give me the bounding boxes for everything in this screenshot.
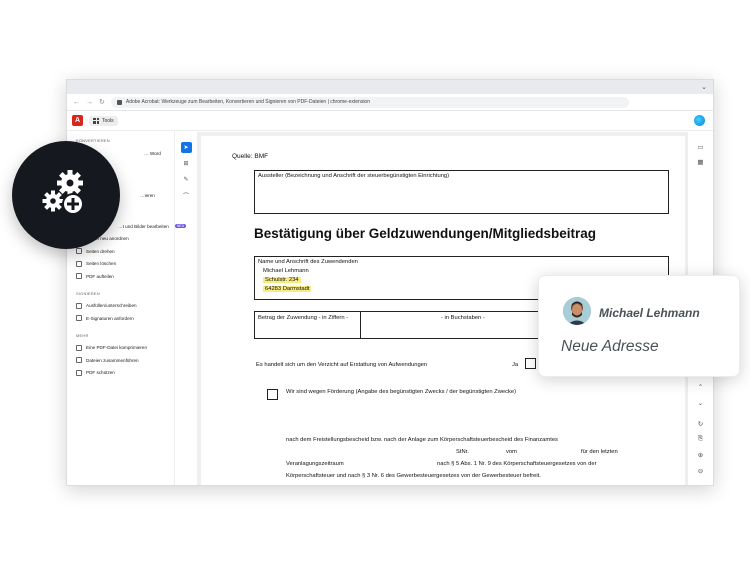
refresh-icon[interactable]: ↻ xyxy=(696,419,705,428)
amount-digits-label: Betrag der Zuwendung - in Ziffern - xyxy=(255,312,361,338)
tool-label: E-Signaturen anfordern xyxy=(86,315,134,321)
tool-fill-sign[interactable]: Ausfüllen/unterschreiben xyxy=(76,300,174,313)
issuer-field[interactable]: Aussteller (Bezeichnung und Anschrift de… xyxy=(254,170,669,214)
section-convert: KONVERTIEREN xyxy=(76,138,110,143)
para-line-1: nach dem Freistellungsbescheid bzw. nach… xyxy=(286,437,558,443)
forward-icon[interactable]: → xyxy=(86,99,93,106)
merge-icon xyxy=(76,357,82,364)
address-bar[interactable]: Adobe Acrobat: Werkzeuge zum Bearbeiten,… xyxy=(110,96,629,108)
ja-label: Ja xyxy=(512,362,519,368)
back-icon[interactable]: ← xyxy=(73,99,80,106)
para-vom: vom xyxy=(506,449,517,455)
browser-titlebar: ⌄ xyxy=(67,80,713,94)
source-label: Quelle: BMF xyxy=(232,153,269,160)
tools-button[interactable]: Tools xyxy=(89,115,118,126)
tool-label: …t und Bilder bearbeiten xyxy=(118,223,169,229)
issuer-label: Aussteller (Bezeichnung und Anschrift de… xyxy=(258,173,450,179)
quick-toolbar: ➤ ⊞ ✎ ⌒ xyxy=(179,142,193,201)
note-card[interactable]: Michael Lehmann Neue Adresse xyxy=(538,275,740,377)
tool-compress[interactable]: Eine PDF-Datei komprimieren xyxy=(76,342,174,355)
acrobat-toolbar: A Tools xyxy=(67,111,713,131)
tool-label: Ausfüllen/unterschreiben xyxy=(86,303,137,309)
gears-add-icon xyxy=(42,170,84,215)
para-line-3a: Veranlagungszeitraum xyxy=(286,461,344,467)
split-icon xyxy=(76,273,82,280)
add-comment-icon[interactable]: ⊞ xyxy=(181,158,192,169)
section-more: MEHR xyxy=(76,332,89,338)
tool-merge[interactable]: Dateien zusammenführen xyxy=(76,354,174,367)
select-cursor-icon[interactable]: ➤ xyxy=(180,142,192,153)
thumbnails-icon[interactable]: ▦ xyxy=(696,157,705,166)
site-favicon-icon xyxy=(116,99,122,105)
tools-label: Tools xyxy=(102,117,114,124)
scroll-down-icon[interactable]: ⌄ xyxy=(696,398,705,407)
note-user-name: Michael Lehmann xyxy=(599,306,700,320)
tool-label: PDF schützen xyxy=(86,370,115,376)
avatar xyxy=(563,297,591,325)
document-heading: Bestätigung über Geldzuwendungen/Mitglie… xyxy=(254,226,597,241)
stage: ⌄ ← → ↻ Adobe Acrobat: Werkzeuge zum Bea… xyxy=(0,0,750,563)
tool-label: PDF aufteilen xyxy=(86,273,114,279)
comments-icon[interactable]: ▭ xyxy=(696,142,705,151)
tool-label: … Word xyxy=(144,150,161,156)
page-title: Adobe Acrobat: Werkzeuge zum Bearbeiten,… xyxy=(125,99,370,105)
purpose-text: Wir sind wegen Förderung (Angabe des beg… xyxy=(286,389,517,395)
tool-label: …ieren xyxy=(140,193,155,199)
pen-icon xyxy=(76,302,82,309)
reload-icon[interactable]: ↻ xyxy=(99,99,105,106)
donor-label: Name und Anschrift des Zuwendenden xyxy=(258,259,358,265)
tool-rotate-pages[interactable]: Seiten drehen xyxy=(76,245,174,258)
donor-city[interactable]: 64283 Darmstadt xyxy=(263,286,312,292)
zoom-in-icon[interactable]: ⊕ xyxy=(696,450,705,459)
para-stnr: StNr. xyxy=(456,449,469,455)
acrobat-logo: A xyxy=(72,115,83,126)
purpose-checkbox[interactable] xyxy=(267,389,278,400)
lock-icon xyxy=(76,369,82,376)
tool-label: Seiten löschen xyxy=(86,261,117,267)
tool-split-pdf[interactable]: PDF aufteilen xyxy=(76,270,174,283)
gear-badge xyxy=(12,141,120,249)
profile-avatar[interactable] xyxy=(694,115,705,126)
draw-pen-icon[interactable]: ✎ xyxy=(181,174,192,185)
rotate-icon xyxy=(76,248,82,255)
para-fuer: für den letzten xyxy=(581,449,618,455)
esign-icon xyxy=(76,315,82,322)
waiver-text: Es handelt sich um den Verzicht auf Erst… xyxy=(256,362,428,368)
para-line-4: Körperschaftsteuer und nach § 3 Nr. 6 de… xyxy=(286,473,541,479)
para-line-3b: nach § 5 Abs. 1 Nr. 9 des Körperschaftst… xyxy=(437,461,597,467)
new-badge: NEU xyxy=(174,224,187,229)
page-icon[interactable]: ⎘ xyxy=(696,434,705,443)
donor-street[interactable]: Schulstr. 234 xyxy=(263,277,301,283)
lasso-icon[interactable]: ⌒ xyxy=(181,190,192,201)
zoom-out-icon[interactable]: ⊖ xyxy=(696,466,705,475)
ja-checkbox[interactable] xyxy=(525,358,536,369)
grid-icon xyxy=(93,117,99,124)
tool-label: Dateien zusammenführen xyxy=(86,357,139,363)
note-text: Neue Adresse xyxy=(561,338,659,355)
delete-icon xyxy=(76,260,82,267)
tool-delete-pages[interactable]: Seiten löschen xyxy=(76,258,174,271)
browser-menu-icon[interactable]: ⌄ xyxy=(701,84,707,91)
compress-icon xyxy=(76,344,82,351)
tool-request-esign[interactable]: E-Signaturen anfordern xyxy=(76,312,174,325)
person-icon xyxy=(563,297,591,325)
address-bar-row: ← → ↻ Adobe Acrobat: Werkzeuge zum Bearb… xyxy=(67,94,713,111)
tool-label: Seiten drehen xyxy=(86,248,115,254)
tool-protect[interactable]: PDF schützen xyxy=(76,367,174,380)
section-sign: SIGNIEREN xyxy=(76,290,100,296)
tool-label: Eine PDF-Datei komprimieren xyxy=(86,345,148,351)
scroll-up-icon[interactable]: ⌃ xyxy=(696,382,705,391)
